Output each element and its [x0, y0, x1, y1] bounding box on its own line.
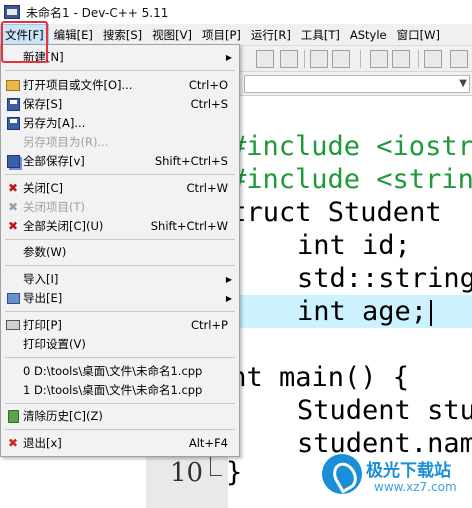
- menu-run[interactable]: 运行[R]: [246, 24, 296, 46]
- menu-item-import[interactable]: 导入[I] ▶: [2, 269, 238, 289]
- menu-item-clear-history[interactable]: 清除历史[C](Z): [2, 406, 238, 426]
- menu-item-save-all[interactable]: 全部保存[v] Shift+Ctrl+S: [2, 151, 238, 171]
- menu-separator: [5, 357, 235, 358]
- menu-separator: [5, 239, 235, 240]
- run-icon[interactable]: [332, 50, 350, 68]
- code-line: #include <iostr: [230, 131, 472, 162]
- menu-item-close-all[interactable]: ✖ 全部关闭[C](U) Shift+Ctrl+W: [2, 216, 238, 236]
- menu-item-export[interactable]: 导出[E] ▶: [2, 288, 238, 308]
- menu-item-properties[interactable]: 参数(W): [2, 242, 238, 262]
- find-next-icon[interactable]: [280, 50, 298, 68]
- watermark-title: 极光下载站: [366, 461, 451, 481]
- trash-icon: [5, 408, 21, 424]
- save-all-icon: [5, 153, 21, 169]
- menu-astyle[interactable]: AStyle: [345, 24, 392, 46]
- close-file-icon: ✖: [7, 181, 19, 195]
- chevron-down-icon: ▼: [459, 78, 467, 89]
- indent-right-icon[interactable]: [392, 50, 410, 68]
- menu-item-recent-file[interactable]: 0 D:\tools\桌面\文件\未命名1.cpp: [2, 361, 238, 381]
- indent-left-icon[interactable]: [370, 50, 388, 68]
- file-menu-dropdown: 新建[N] ▶ 打开项目或文件[O]... Ctrl+O 保存[S] Ctrl+…: [0, 44, 240, 457]
- menu-separator: [5, 174, 235, 175]
- submenu-arrow-icon: ▶: [225, 274, 232, 284]
- folder-open-icon: [5, 77, 21, 93]
- menu-separator: [5, 70, 235, 71]
- goto-icon[interactable]: [450, 50, 468, 68]
- printer-icon: [5, 317, 21, 333]
- watermark-logo-icon: [322, 454, 362, 494]
- text-caret: [430, 300, 432, 326]
- code-line: Student stu: [232, 395, 472, 426]
- menu-search[interactable]: 搜索[S]: [98, 24, 147, 46]
- toolbar-separator: [418, 50, 419, 68]
- submenu-arrow-icon: ▶: [225, 52, 232, 62]
- menu-separator: [5, 265, 235, 266]
- close-all-icon: ✖: [7, 219, 19, 233]
- save-as-icon: [5, 115, 21, 131]
- code-line: struct Student: [214, 197, 442, 228]
- menu-item-close[interactable]: ✖ 关闭[C] Ctrl+W: [2, 178, 238, 198]
- export-icon: [5, 290, 21, 306]
- menu-item-save-as[interactable]: 另存为[A]...: [2, 113, 238, 133]
- fold-marker: [210, 454, 222, 476]
- line-number: 10: [170, 458, 204, 488]
- menu-edit[interactable]: 编辑[E]: [49, 24, 98, 46]
- menu-separator: [5, 403, 235, 404]
- menu-separator: [5, 311, 235, 312]
- submenu-arrow-icon: ▶: [225, 293, 232, 303]
- toolbar-separator: [360, 50, 361, 68]
- code-line: }: [226, 457, 243, 488]
- menu-item-save-project-as: 另存项目为(R)...: [23, 135, 109, 149]
- menu-tools[interactable]: 工具[T]: [296, 24, 345, 46]
- menu-item-open[interactable]: 打开项目或文件[O]... Ctrl+O: [2, 75, 238, 95]
- menu-item-exit[interactable]: ✖ 退出[x] Alt+F4: [2, 433, 238, 453]
- watermark: 极光下载站 www.xz7.com: [322, 450, 468, 502]
- watermark-url: www.xz7.com: [374, 480, 457, 494]
- window-title: 未命名1 - Dev-C++ 5.11: [26, 5, 169, 20]
- devcpp-app-icon: [4, 5, 20, 19]
- code-line: std::string: [232, 263, 472, 294]
- code-line: int main() {: [214, 362, 410, 393]
- class-combo[interactable]: ▼: [244, 75, 470, 93]
- exit-icon: ✖: [7, 436, 19, 450]
- menu-view[interactable]: 视图[V]: [147, 24, 197, 46]
- find-icon[interactable]: [256, 50, 274, 68]
- menu-file[interactable]: 文件[F]: [0, 23, 49, 46]
- menu-bar: 文件[F] 编辑[E] 搜索[S] 视图[V] 项目[P] 运行[R] 工具[T…: [0, 23, 472, 46]
- menu-item-save[interactable]: 保存[S] Ctrl+S: [2, 94, 238, 114]
- compile-icon[interactable]: [310, 50, 328, 68]
- close-project-icon: ✖: [7, 200, 19, 214]
- menu-item-new[interactable]: 新建[N] ▶: [2, 47, 238, 67]
- menu-separator: [5, 429, 235, 430]
- code-line: int age;: [232, 296, 428, 327]
- code-line: int id;: [232, 230, 411, 261]
- menu-window[interactable]: 窗口[W]: [392, 24, 445, 46]
- toolbar-separator: [304, 50, 305, 68]
- title-bar: 未命名1 - Dev-C++ 5.11: [0, 0, 472, 24]
- menu-item-print-setup[interactable]: 打印设置(V): [2, 334, 238, 354]
- menu-project[interactable]: 项目[P]: [197, 24, 246, 46]
- menu-item-recent-file[interactable]: 1 D:\tools\桌面\文件\未命名1.cpp: [2, 380, 238, 400]
- save-icon: [5, 96, 21, 112]
- menu-item-close-project: ✖ 关闭项目(T): [2, 197, 238, 217]
- menu-item-print[interactable]: 打印[P] Ctrl+P: [2, 315, 238, 335]
- bookmark-icon[interactable]: [424, 50, 442, 68]
- code-line: #include <strin: [230, 164, 472, 195]
